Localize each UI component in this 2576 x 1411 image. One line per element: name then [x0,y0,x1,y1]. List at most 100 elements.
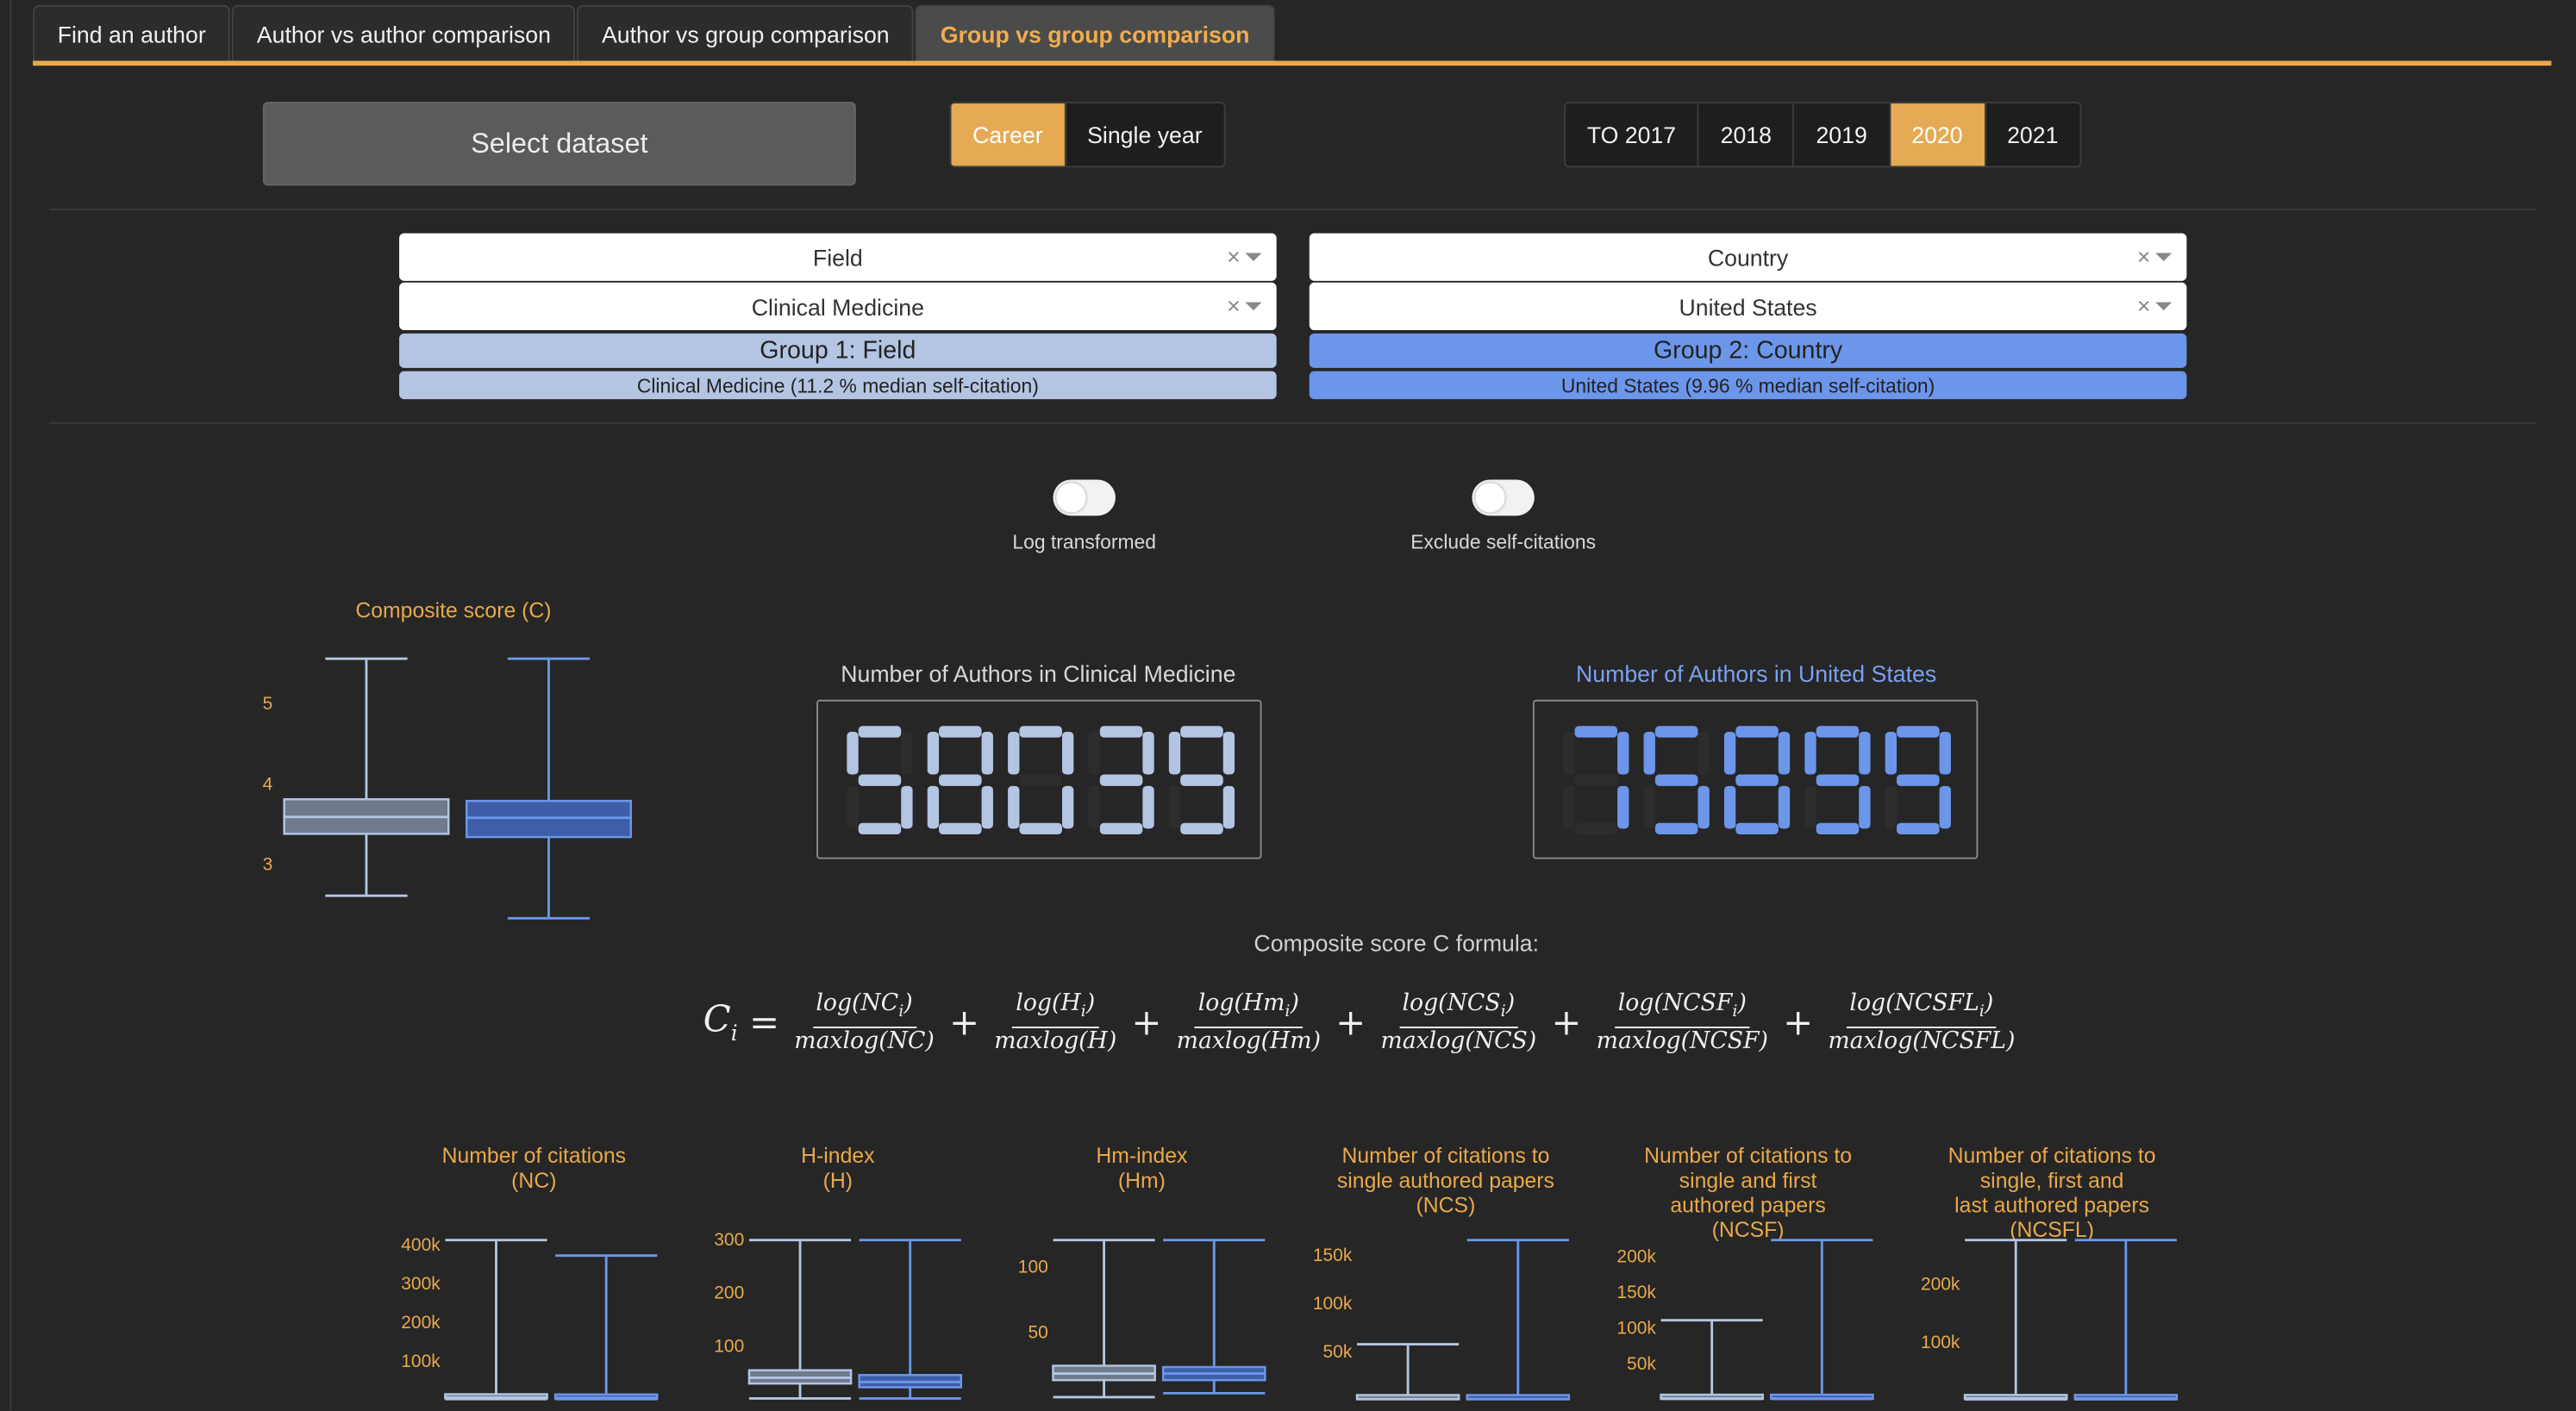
year-button-2019[interactable]: 2019 [1795,103,1891,166]
plot-title-line: single, first and [1979,1167,2124,1193]
digit-segment [1222,731,1235,775]
y-tick-label: 300k [401,1274,441,1294]
group2-selection-value: United States [1679,293,1817,320]
digit-segment [1008,785,1020,829]
formula-term: log(NCSFLi) maxlog(NCSFL) [1825,990,2019,1056]
digit-segment [1654,822,1698,835]
digit-segment [1723,731,1736,775]
y-tick-label: 50 [1028,1323,1047,1343]
group1-value-select[interactable]: Clinical Medicine × [399,282,1277,331]
digit-segment [1099,822,1143,835]
clear-icon[interactable]: × [2137,243,2151,269]
chevron-down-icon[interactable] [2155,302,2173,311]
y-tick-label: 150k [1313,1246,1353,1265]
formula-numerator: log(NCSFLi) [1846,990,1998,1028]
log-transformed-toggle[interactable] [1053,479,1116,516]
tab-author-vs-group[interactable]: Author vs group comparison [577,4,915,63]
digit-segment [1643,785,1655,829]
mode-toggle-group: Career Single year [949,102,1226,168]
digit-segment [1859,785,1871,829]
composite-score-boxplot: 3 4 5 [263,657,632,920]
chevron-down-icon[interactable] [1245,302,1262,311]
hm-index-plot-title: Hm-index (Hm) [1010,1143,1273,1192]
digit-segment [1088,731,1100,775]
window-edge [9,0,12,1411]
tab-bar: Find an author Author vs author comparis… [33,4,1276,65]
digit-segment [1617,785,1629,829]
digit-segment [1859,731,1871,775]
plot-title-line: last authored papers [1954,1192,2150,1218]
composite-score-title: Composite score (C) [355,597,552,623]
digit-segment [1019,774,1062,786]
digit-segment [901,785,913,829]
formula-term: log(NCSFi) maxlog(NCSF) [1593,990,1772,1056]
digit-segment [1723,785,1736,829]
tab-find-author[interactable]: Find an author [33,4,231,63]
group1-label: Group 1: Field [399,333,1277,368]
clear-icon[interactable]: × [1227,243,1241,269]
digit-segment [1643,731,1655,775]
group1-type-select[interactable]: Field × [399,233,1277,281]
digit-segment [1698,731,1710,775]
hm-index-boxplot: 50 100 [1018,1239,1266,1399]
career-button[interactable]: Career [951,103,1066,166]
formula-term: log(NCSi) maxlog(NCS) [1378,990,1540,1056]
digit-segment [1563,731,1575,775]
nc-boxplot: 100k 200k 300k 400k [401,1235,659,1401]
digit-segment [847,785,859,829]
plot-title-line: (NCS) [1416,1192,1476,1218]
chevron-down-icon[interactable] [2155,253,2173,261]
formula-caption: Composite score C formula: [1254,929,1540,957]
year-button-2020[interactable]: 2020 [1890,103,1986,166]
digit-segment [1019,822,1062,835]
year-button-2018[interactable]: 2018 [1699,103,1795,166]
digit-segment [1735,726,1779,738]
digit-segment [927,785,940,829]
digit-segment [1654,726,1698,738]
digit-segment [981,731,993,775]
y-tick-label: 100k [1616,1319,1656,1339]
clear-icon[interactable]: × [1227,292,1241,318]
digit-segment [1939,731,1951,775]
plot-title-line: Number of citations [441,1143,627,1168]
formula-plus: + [948,1002,980,1045]
formula-denominator: maxlog(H) [994,1027,1117,1055]
formula-plus: + [1131,1002,1162,1045]
app-root: Find an author Author vs author comparis… [0,0,2576,1411]
digit-segment [1735,774,1779,786]
tab-group-vs-group[interactable]: Group vs group comparison [916,4,1275,63]
y-tick-label: 200 [714,1283,744,1303]
clear-icon[interactable]: × [2137,292,2151,318]
y-tick-label: 300 [714,1230,744,1250]
exclude-self-citations-toggle[interactable] [1472,479,1535,516]
group2-summary: United States (9.96 % median self-citati… [1309,371,2187,400]
group2-author-counter [1532,699,1979,859]
digit-segment [1939,785,1951,829]
digit-segment [1654,774,1698,786]
select-dataset-button[interactable]: Select dataset [262,102,856,186]
formula-subscript: i [1732,1003,1738,1022]
digit-segment [858,774,902,786]
digit-segment [1180,822,1223,835]
year-button-2021[interactable]: 2021 [1985,103,2079,165]
tab-author-vs-author[interactable]: Author vs author comparison [232,4,576,63]
plot-title-line: Number of citations to [1341,1143,1550,1168]
ncs-boxplot: 50k 100k 150k [1313,1239,1571,1401]
year-button-to-2017[interactable]: TO 2017 [1566,103,1699,166]
group2-type-value: Country [1707,243,1789,271]
formula-numerator: log(Hi) [1012,990,1098,1028]
chevron-down-icon[interactable] [1245,253,1262,261]
digit-segment [1008,731,1020,775]
group2-value-select[interactable]: United States × [1309,282,2187,331]
single-year-button[interactable]: Single year [1066,103,1223,165]
year-toggle-group: TO 2017 2018 2019 2020 2021 [1564,102,2082,168]
formula-lhs-subscript: i [730,1021,738,1047]
digit-segment [1816,774,1860,786]
digit-segment [927,731,940,775]
digit-segment [1099,726,1143,738]
group2-type-select[interactable]: Country × [1309,233,2187,281]
group1-type-value: Field [812,243,863,271]
ncsfl-boxplot: 100k 200k [1921,1239,2179,1401]
digit-segment [1142,785,1154,829]
tab-underline [33,60,2552,66]
